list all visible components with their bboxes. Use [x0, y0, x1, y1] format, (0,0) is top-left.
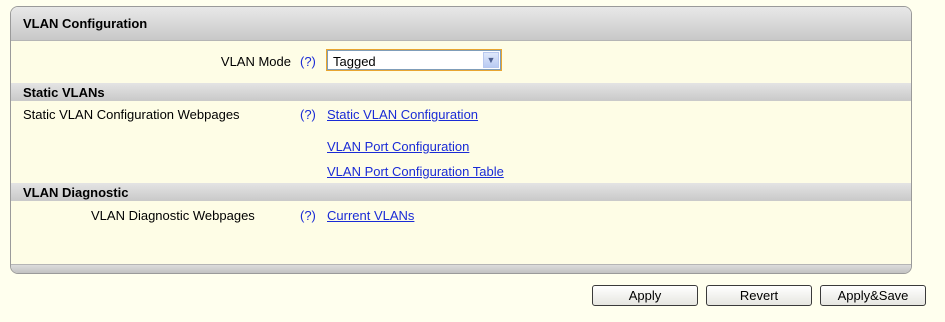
- vlan-mode-select[interactable]: Tagged ▼: [327, 50, 501, 70]
- vlan-diagnostic-help-link[interactable]: (?): [300, 208, 316, 223]
- current-vlans-link[interactable]: Current VLANs: [327, 208, 414, 223]
- vlan-port-configuration-link[interactable]: VLAN Port Configuration: [327, 139, 469, 154]
- vlan-mode-help-link[interactable]: (?): [300, 54, 316, 69]
- static-vlans-section-header: Static VLANs: [11, 83, 911, 101]
- vlan-mode-selected-value: Tagged: [333, 54, 376, 69]
- vlan-diagnostic-heading: VLAN Diagnostic: [23, 185, 129, 200]
- apply-button[interactable]: Apply: [592, 285, 698, 306]
- chevron-down-icon[interactable]: ▼: [483, 52, 499, 68]
- vlan-diagnostic-webpages-label: VLAN Diagnostic Webpages: [91, 208, 255, 223]
- vlan-port-configuration-table-link[interactable]: VLAN Port Configuration Table: [327, 164, 504, 179]
- vlan-mode-label: VLAN Mode: [220, 54, 291, 69]
- static-vlans-heading: Static VLANs: [23, 85, 105, 100]
- panel-title-bar: VLAN Configuration: [11, 7, 911, 41]
- panel-title: VLAN Configuration: [23, 16, 148, 31]
- static-vlan-help-link[interactable]: (?): [300, 107, 316, 122]
- static-vlan-webpages-label: Static VLAN Configuration Webpages: [23, 107, 240, 122]
- panel-bottom-bar: [11, 264, 911, 273]
- vlan-configuration-panel: VLAN Configuration VLAN Mode (?) Tagged …: [10, 6, 912, 274]
- static-vlan-configuration-link[interactable]: Static VLAN Configuration: [327, 107, 478, 122]
- apply-save-button[interactable]: Apply&Save: [820, 285, 926, 306]
- vlan-diagnostic-section-header: VLAN Diagnostic: [11, 183, 911, 201]
- revert-button[interactable]: Revert: [706, 285, 812, 306]
